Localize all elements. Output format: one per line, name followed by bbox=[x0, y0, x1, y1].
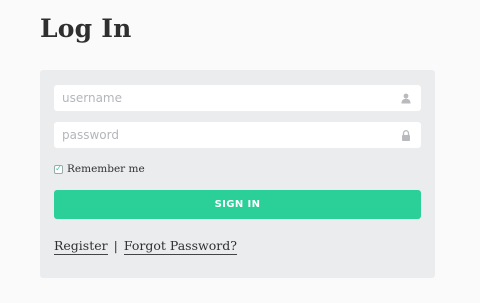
password-field-wrapper bbox=[54, 122, 421, 148]
username-field-wrapper bbox=[54, 85, 421, 111]
remember-me-row[interactable]: ✓ Remember me bbox=[54, 163, 145, 175]
sign-in-button[interactable]: SIGN IN bbox=[54, 190, 421, 219]
login-panel: ✓ Remember me SIGN IN Register | Forgot … bbox=[40, 70, 435, 278]
register-link[interactable]: Register bbox=[54, 238, 108, 255]
username-input[interactable] bbox=[54, 85, 399, 111]
forgot-password-link[interactable]: Forgot Password? bbox=[123, 238, 237, 255]
remember-me-checkbox[interactable]: ✓ bbox=[54, 164, 63, 174]
remember-me-label: Remember me bbox=[67, 163, 145, 175]
lock-icon bbox=[399, 128, 413, 142]
link-separator: | bbox=[113, 238, 118, 253]
page-title: Log In bbox=[40, 14, 132, 43]
user-icon bbox=[399, 91, 413, 105]
auth-links: Register | Forgot Password? bbox=[54, 238, 237, 255]
password-input[interactable] bbox=[54, 122, 399, 148]
